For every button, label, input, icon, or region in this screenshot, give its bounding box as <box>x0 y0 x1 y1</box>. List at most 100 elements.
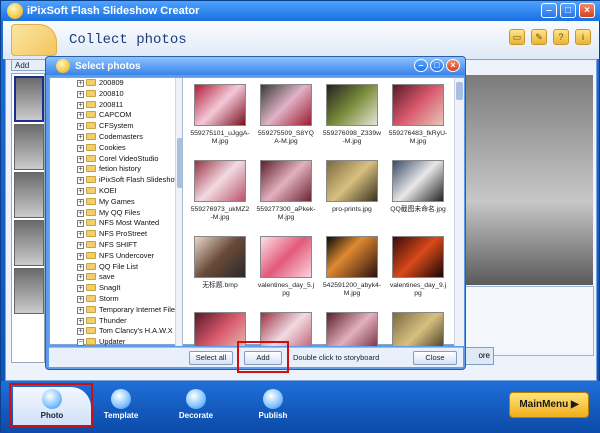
photo-image[interactable] <box>260 160 312 202</box>
folder-tree-item[interactable]: + My QQ Files <box>50 208 182 219</box>
storyboard-thumb[interactable] <box>14 76 44 122</box>
expand-icon[interactable]: + <box>77 328 84 336</box>
folder-tree-item[interactable]: + NFS ProStreet <box>50 229 182 240</box>
photo-thumbnail[interactable]: 559275101_uJggA-M.jpg <box>190 84 250 146</box>
expand-icon[interactable]: + <box>77 231 84 239</box>
expand-icon[interactable]: + <box>77 209 84 217</box>
photo-image[interactable] <box>194 236 246 278</box>
info-icon[interactable]: i <box>575 29 591 45</box>
folder-tree-item[interactable]: + Thunder <box>50 316 182 327</box>
photo-image[interactable] <box>260 84 312 126</box>
folder-tree-item[interactable]: + Cookies <box>50 143 182 154</box>
note-icon[interactable]: ✎ <box>531 29 547 45</box>
photo-image[interactable] <box>326 84 378 126</box>
expand-icon[interactable]: + <box>77 317 84 325</box>
nav-publish[interactable]: Publish <box>233 387 313 427</box>
expand-icon[interactable]: + <box>77 263 84 271</box>
photo-thumbnail[interactable]: valentines_day_5.jpg <box>256 236 316 298</box>
expand-icon[interactable]: − <box>77 339 84 346</box>
folder-tree-item[interactable]: + Storm <box>50 294 182 305</box>
folder-tree-item[interactable]: + CFSystem <box>50 121 182 132</box>
expand-icon[interactable]: + <box>77 285 84 293</box>
photo-image[interactable] <box>392 160 444 202</box>
storyboard-thumb[interactable] <box>14 268 44 314</box>
folder-tree-item[interactable]: + My Games <box>50 197 182 208</box>
photo-thumbnail[interactable] <box>388 312 448 346</box>
expand-icon[interactable]: + <box>77 198 84 206</box>
folder-tree-item[interactable]: +200809 <box>50 78 182 89</box>
photo-thumbnail[interactable]: QQ截图未命名.jpg <box>388 160 448 214</box>
storyboard-thumb[interactable] <box>14 172 44 218</box>
photo-thumbnail[interactable]: 无标题.bmp <box>190 236 250 290</box>
select-all-button[interactable]: Select all <box>189 351 233 365</box>
expand-icon[interactable]: + <box>77 155 84 163</box>
expand-icon[interactable]: + <box>77 252 84 260</box>
tree-scrollbar[interactable] <box>175 78 182 346</box>
photo-thumbnail[interactable]: 559277300_aPkek-M.jpg <box>256 160 316 222</box>
photo-image[interactable] <box>326 312 378 346</box>
photo-image[interactable] <box>392 312 444 346</box>
photo-image[interactable] <box>326 236 378 278</box>
folder-tree-item[interactable]: + NFS SHIFT <box>50 240 182 251</box>
photo-thumbnail[interactable]: valentines_day_9.jpg <box>388 236 448 298</box>
expand-icon[interactable]: + <box>77 295 84 303</box>
dialog-close-text-button[interactable]: Close <box>413 351 457 365</box>
folder-tree-item[interactable]: + CAPCOM <box>50 110 182 121</box>
folder-tree-item[interactable]: + KOEI <box>50 186 182 197</box>
folder-icon[interactable]: ▭ <box>509 29 525 45</box>
dialog-minimize-button[interactable]: – <box>414 59 428 72</box>
folder-tree-item[interactable]: + Codemasters <box>50 132 182 143</box>
nav-decorate[interactable]: Decorate <box>156 387 236 427</box>
dialog-maximize-button[interactable]: □ <box>430 59 444 72</box>
photo-thumbnail[interactable]: pro-prints.jpg <box>322 160 382 214</box>
photo-thumbnail[interactable]: 559276098_Z339w-M.jpg <box>322 84 382 146</box>
close-button[interactable]: × <box>579 3 595 18</box>
folder-tree-item[interactable]: +200811 <box>50 100 182 111</box>
expand-icon[interactable]: + <box>77 133 84 141</box>
folder-tree-item[interactable]: − Updater <box>50 337 182 346</box>
expand-icon[interactable]: + <box>77 274 84 282</box>
photo-image[interactable] <box>194 160 246 202</box>
expand-icon[interactable]: + <box>77 220 84 228</box>
photo-thumbnail[interactable]: 559276483_fkRyU-M.jpg <box>388 84 448 146</box>
photo-thumbnail[interactable] <box>322 312 382 346</box>
grid-scrollbar[interactable] <box>454 78 464 346</box>
storyboard-thumb[interactable] <box>14 220 44 266</box>
expand-icon[interactable]: + <box>77 90 84 98</box>
folder-tree-item[interactable]: + SnagIt <box>50 283 182 294</box>
expand-icon[interactable]: + <box>77 306 84 314</box>
folder-tree-item[interactable]: + save <box>50 272 182 283</box>
photo-thumbnail[interactable]: 559276973_ukMZ2-M.jpg <box>190 160 250 222</box>
photo-image[interactable] <box>194 84 246 126</box>
storyboard-thumb[interactable] <box>14 124 44 170</box>
folder-tree-item[interactable]: + Corel VideoStudio <box>50 154 182 165</box>
main-menu-button[interactable]: MainMenu ▶ <box>509 392 589 418</box>
dialog-close-button[interactable]: × <box>446 59 460 72</box>
help-icon[interactable]: ? <box>553 29 569 45</box>
folder-tree-item[interactable]: + QQ File List <box>50 262 182 273</box>
nav-template[interactable]: Template <box>81 387 161 427</box>
expand-icon[interactable]: + <box>77 187 84 195</box>
tree-scroll-thumb[interactable] <box>177 138 182 188</box>
folder-tree-item[interactable]: + NFS Most Wanted <box>50 218 182 229</box>
photo-image[interactable] <box>326 160 378 202</box>
photo-image[interactable] <box>260 236 312 278</box>
photo-image[interactable] <box>392 236 444 278</box>
maximize-button[interactable]: □ <box>560 3 576 18</box>
expand-icon[interactable]: + <box>77 177 84 185</box>
photo-image[interactable] <box>392 84 444 126</box>
folder-tree-item[interactable]: + iPixSoft Flash Slideshow <box>50 175 182 186</box>
folder-tree-item[interactable]: +200810 <box>50 89 182 100</box>
restore-button[interactable]: ore <box>464 347 494 365</box>
expand-icon[interactable]: + <box>77 112 84 120</box>
folder-tree-item[interactable]: + fetion history <box>50 164 182 175</box>
photo-thumbnail[interactable]: 559275509_S8YQA-M.jpg <box>256 84 316 146</box>
expand-icon[interactable]: + <box>77 144 84 152</box>
expand-icon[interactable]: + <box>77 241 84 249</box>
expand-icon[interactable]: + <box>77 166 84 174</box>
expand-icon[interactable]: + <box>77 123 84 131</box>
expand-icon[interactable]: + <box>77 101 84 109</box>
minimize-button[interactable]: – <box>541 3 557 18</box>
photo-thumbnail[interactable]: 542591200_abyk4-M.jpg <box>322 236 382 298</box>
grid-scroll-thumb[interactable] <box>456 82 463 100</box>
